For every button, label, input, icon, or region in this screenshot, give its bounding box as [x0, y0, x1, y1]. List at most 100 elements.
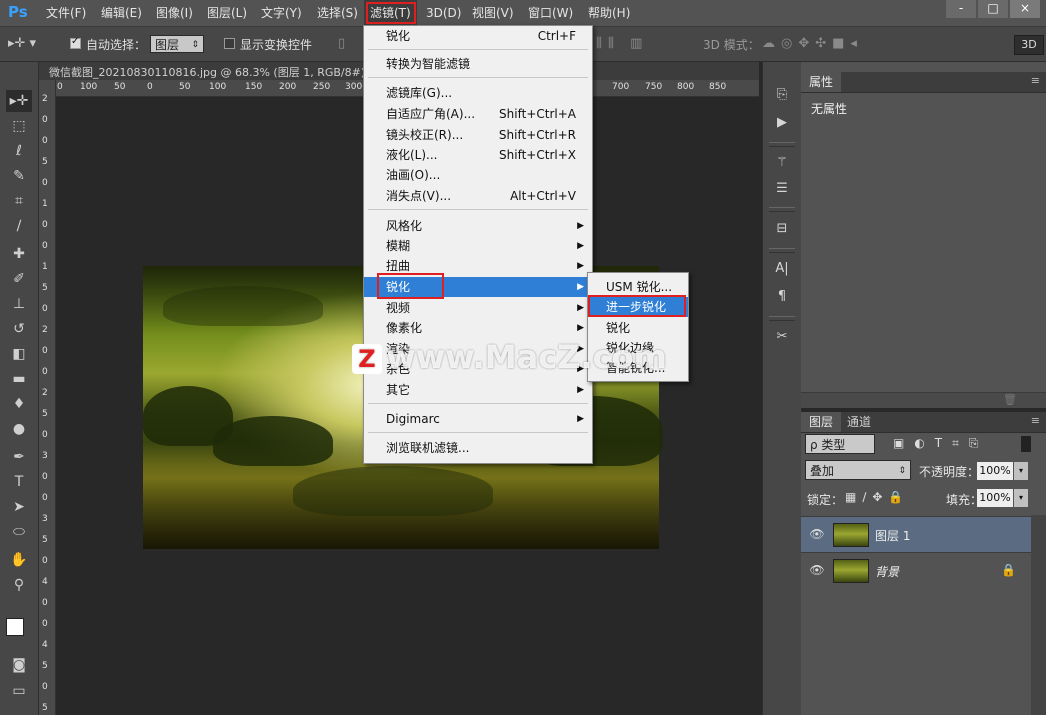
menu-file[interactable]: 文件(F)	[40, 0, 92, 26]
trash-icon[interactable]: 🗑	[1003, 393, 1017, 406]
menu-item-video[interactable]: 视频 ▶	[364, 298, 592, 318]
layers-scrollbar[interactable]	[1031, 515, 1046, 715]
gradient-tool-icon[interactable]: ▬	[6, 368, 32, 390]
move-tool-icon[interactable]: ▸✛	[6, 90, 32, 112]
ruler-tick: 5	[42, 409, 48, 419]
menu-item-filter-gallery[interactable]: 滤镜库(G)...	[364, 83, 592, 103]
clone-source-icon[interactable]: ⊟	[771, 218, 793, 240]
menu-view[interactable]: 视图(V)	[466, 0, 520, 26]
ruler-tick: 5	[42, 703, 48, 713]
history-panel-icon[interactable]: ⎘	[771, 84, 793, 106]
3d-mode-icons[interactable]: ☁◎✥✣■◂	[762, 36, 863, 51]
menu-item-last-filter[interactable]: 锐化 Ctrl+F	[364, 26, 592, 46]
quick-select-tool-icon[interactable]: ✎	[6, 165, 32, 187]
clone-stamp-tool-icon[interactable]: ⊥	[6, 293, 32, 315]
menu-item-oil-paint[interactable]: 油画(O)...	[364, 165, 592, 185]
pen-tool-icon[interactable]: ✒	[6, 446, 32, 468]
panel-menu-icon[interactable]: ≡	[1031, 414, 1040, 427]
layer-row-layer1[interactable]: 👁 图层 1	[801, 516, 1031, 553]
zoom-tool-icon[interactable]: ⚲	[6, 574, 32, 596]
menu-help[interactable]: 帮助(H)	[582, 0, 636, 26]
menu-item-browse-online-filters[interactable]: 浏览联机滤镜...	[364, 438, 592, 458]
eraser-tool-icon[interactable]: ◧	[6, 343, 32, 365]
layers-panel-tabs: 图层 通道 ≡	[801, 412, 1046, 433]
move-tool-preset-icon[interactable]: ▸✛ ▾	[8, 36, 36, 51]
menu-item-adaptive-wide-angle[interactable]: 自适应广角(A)... Shift+Ctrl+A	[364, 104, 592, 124]
show-transform-checkbox[interactable]	[224, 38, 235, 49]
menu-item-blur[interactable]: 模糊 ▶	[364, 236, 592, 256]
menu-type[interactable]: 文字(Y)	[255, 0, 308, 26]
blur-tool-icon[interactable]: ♦	[6, 393, 32, 415]
lock-options-icons[interactable]: ▦∕✥🔒	[845, 490, 909, 504]
menu-separator	[368, 403, 588, 404]
crop-tool-icon[interactable]: ⌗	[6, 190, 32, 212]
maximize-button[interactable]: □	[978, 0, 1008, 18]
paragraph-panel-icon[interactable]: ¶	[771, 286, 793, 308]
layer-name[interactable]: 背景	[875, 563, 899, 580]
healing-brush-tool-icon[interactable]: ✚	[6, 243, 32, 265]
blend-mode-dropdown[interactable]: 叠加 ⇕	[805, 460, 911, 480]
menu-window[interactable]: 窗口(W)	[522, 0, 579, 26]
3d-button[interactable]: 3D	[1014, 35, 1044, 55]
submenu-item-sharpen[interactable]: 锐化	[588, 318, 688, 338]
brush-panel-icon[interactable]: ⚚	[771, 152, 793, 174]
layer-filter-kind-dropdown[interactable]: ρ 类型	[805, 434, 875, 454]
layer-row-background[interactable]: 👁 背景 🔒	[801, 552, 1031, 589]
menu-select[interactable]: 选择(S)	[311, 0, 364, 26]
menu-3d[interactable]: 3D(D)	[420, 0, 467, 26]
panel-menu-icon[interactable]: ≡	[1031, 74, 1040, 87]
tab-channels[interactable]: 通道	[839, 412, 879, 432]
ruler-tick: 0	[42, 346, 48, 356]
brush-presets-icon[interactable]: ☰	[771, 178, 793, 200]
layer-filter-icons[interactable]: ▣◐T⌗⎘	[893, 436, 989, 451]
tool-presets-icon[interactable]: ✂	[771, 326, 793, 348]
auto-select-dropdown[interactable]: 图层 ⇕	[150, 35, 204, 53]
fill-input[interactable]: 100%	[977, 489, 1013, 507]
auto-select-checkbox[interactable]: ✓	[70, 36, 81, 49]
menu-item-vanishing-point[interactable]: 消失点(V)... Alt+Ctrl+V	[364, 186, 592, 206]
menu-item-liquify[interactable]: 液化(L)... Shift+Ctrl+X	[364, 145, 592, 165]
quick-mask-icon[interactable]: ◙	[6, 654, 32, 676]
character-panel-icon[interactable]: A|	[771, 258, 793, 280]
menu-edit[interactable]: 编辑(E)	[95, 0, 148, 26]
screen-mode-icon[interactable]: ▭	[6, 680, 32, 702]
properties-panel: 属性 ≡ 无属性 🗑	[801, 62, 1046, 408]
menu-layer[interactable]: 图层(L)	[201, 0, 253, 26]
eyedropper-tool-icon[interactable]: ∕	[6, 215, 32, 237]
brush-tool-icon[interactable]: ✐	[6, 268, 32, 290]
visibility-eye-icon[interactable]: 👁	[809, 527, 825, 541]
distribute-icons[interactable]: ⫼⫼ ▥	[596, 36, 648, 51]
tab-properties[interactable]: 属性	[801, 72, 842, 92]
align-icon[interactable]: ▯	[338, 36, 345, 51]
dodge-tool-icon[interactable]: ●	[6, 418, 32, 440]
shape-tool-icon[interactable]: ⬭	[6, 521, 32, 543]
minimize-button[interactable]: -	[946, 0, 976, 18]
layer-filter-toggle[interactable]	[1021, 436, 1031, 452]
marquee-tool-icon[interactable]: ⬚	[6, 115, 32, 137]
menu-item-stylize[interactable]: 风格化 ▶	[364, 216, 592, 236]
path-select-tool-icon[interactable]: ➤	[6, 496, 32, 518]
dock-separator	[769, 248, 795, 253]
menu-image[interactable]: 图像(I)	[150, 0, 199, 26]
menu-item-lens-correction[interactable]: 镜头校正(R)... Shift+Ctrl+R	[364, 125, 592, 145]
menu-item-convert-smart-filter[interactable]: 转换为智能滤镜	[364, 54, 592, 74]
type-tool-icon[interactable]: T	[6, 471, 32, 493]
ruler-tick: 1	[42, 262, 48, 272]
submenu-arrow-icon: ▶	[577, 241, 584, 251]
history-brush-tool-icon[interactable]: ↺	[6, 318, 32, 340]
visibility-eye-icon[interactable]: 👁	[809, 563, 825, 577]
lasso-tool-icon[interactable]: ℓ	[6, 140, 32, 162]
submenu-item-unsharp-mask[interactable]: USM 锐化...	[588, 277, 688, 297]
foreground-color-swatch[interactable]	[6, 618, 24, 636]
opacity-dropdown-icon[interactable]: ▾	[1014, 462, 1028, 480]
menu-item-digimarc[interactable]: Digimarc ▶	[364, 409, 592, 429]
menu-item-other[interactable]: 其它 ▶	[364, 380, 592, 400]
hand-tool-icon[interactable]: ✋	[6, 549, 32, 571]
close-button[interactable]: ×	[1010, 0, 1040, 18]
actions-panel-icon[interactable]: ▶	[771, 112, 793, 134]
opacity-input[interactable]: 100%	[977, 462, 1013, 480]
fill-dropdown-icon[interactable]: ▾	[1014, 489, 1028, 507]
layer-name[interactable]: 图层 1	[875, 527, 910, 544]
tab-layers[interactable]: 图层	[801, 412, 842, 432]
menu-item-pixelate[interactable]: 像素化 ▶	[364, 318, 592, 338]
